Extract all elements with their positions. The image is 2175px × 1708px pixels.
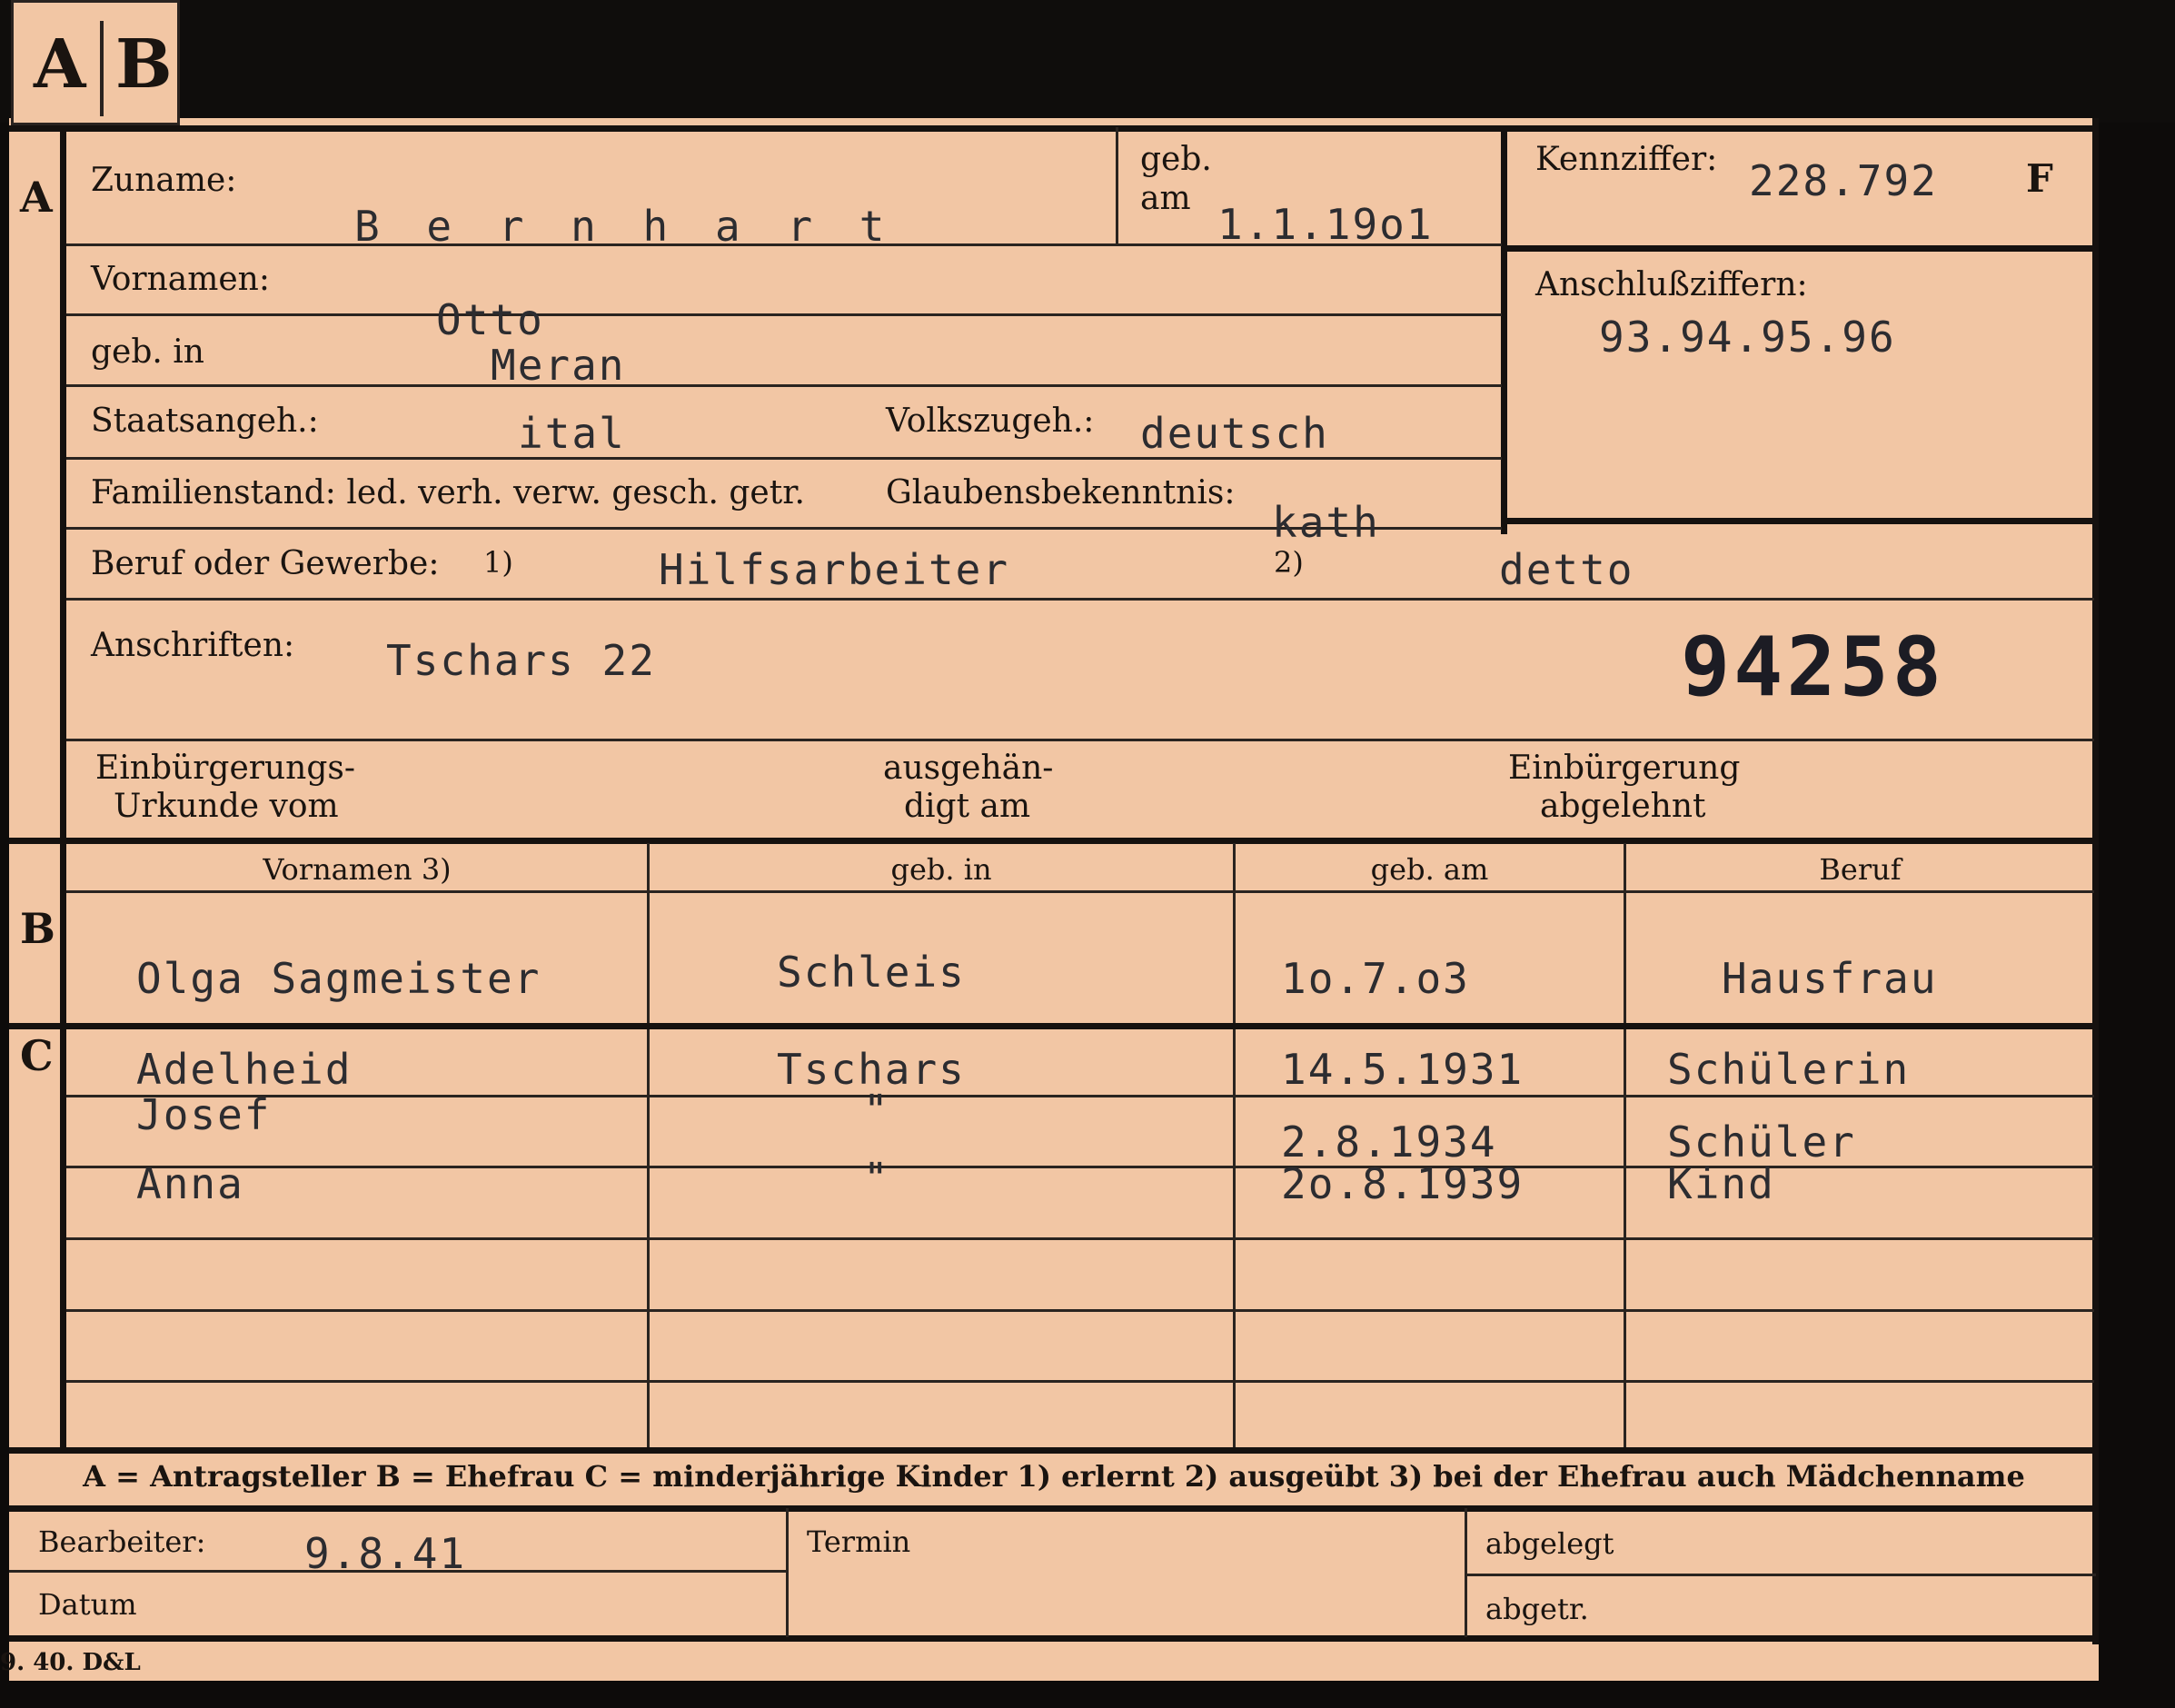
zuname-label: Zuname: bbox=[91, 162, 237, 199]
bottom-border bbox=[9, 1635, 2099, 1642]
geb-am-label-2: am bbox=[1140, 180, 1191, 217]
row-line bbox=[66, 313, 1502, 316]
table-header-line bbox=[66, 890, 2094, 893]
urkunde-vom-label: Urkunde vom bbox=[114, 788, 339, 825]
volkszugeh-value: deutsch bbox=[1140, 409, 1329, 458]
row-line bbox=[66, 1380, 2094, 1383]
section-c-border bbox=[9, 1023, 2099, 1029]
zuname-value: B e r n h a r t bbox=[354, 202, 896, 251]
row-line bbox=[66, 739, 2094, 741]
spouse-name: Olga Sagmeister bbox=[136, 954, 541, 1003]
child-name: Josef bbox=[136, 1090, 272, 1139]
kennziffer-left-border bbox=[1501, 125, 1507, 534]
row-line bbox=[66, 1309, 2094, 1312]
beruf-note-2: 2) bbox=[1274, 545, 1304, 580]
child-birthplace: " bbox=[863, 1086, 890, 1135]
footer-border bbox=[9, 1505, 2099, 1512]
beruf-label: Beruf oder Gewerbe: bbox=[91, 545, 440, 582]
abgetr-label: abgetr. bbox=[1485, 1592, 1589, 1626]
kennziffer-divider bbox=[1501, 245, 2099, 252]
beruf-note-1: 1) bbox=[483, 545, 513, 580]
footer-col-divider bbox=[786, 1508, 789, 1637]
child-name: Anna bbox=[136, 1159, 244, 1208]
datum-label: Datum bbox=[38, 1587, 137, 1622]
table-header-geb-am: geb. am bbox=[1370, 852, 1489, 887]
staatsangeh-label: Staatsangeh.: bbox=[91, 402, 319, 440]
row-line bbox=[66, 598, 2094, 601]
kennziffer-bottom-border bbox=[1501, 518, 2099, 524]
child-birthdate: 2o.8.1939 bbox=[1281, 1159, 1524, 1208]
beruf-value-1: Hilfsarbeiter bbox=[659, 545, 1010, 594]
kennziffer-label: Kennziffer: bbox=[1535, 141, 1718, 178]
einbuergerungs-label: Einbürgerungs- bbox=[95, 750, 356, 787]
geb-am-divider bbox=[1116, 127, 1118, 243]
table-col-divider bbox=[1624, 843, 1626, 1449]
vornamen-label: Vornamen: bbox=[91, 261, 270, 298]
child-birthdate: 14.5.1931 bbox=[1281, 1045, 1524, 1094]
top-border bbox=[9, 125, 2099, 132]
footer-col-divider bbox=[1465, 1508, 1467, 1637]
stamp-number: 94258 bbox=[1681, 620, 1945, 715]
tab-letter-b: B bbox=[115, 25, 173, 104]
child-profession: Kind bbox=[1667, 1159, 1775, 1208]
glaubens-value: kath bbox=[1272, 498, 1380, 547]
anschluss-label: Anschlußziffern: bbox=[1535, 266, 1808, 303]
bearbeiter-label: Bearbeiter: bbox=[38, 1524, 206, 1559]
spouse-birthplace: Schleis bbox=[777, 948, 966, 997]
spouse-birthdate: 1o.7.o3 bbox=[1281, 954, 1470, 1003]
kennziffer-suffix: F bbox=[2026, 156, 2053, 201]
familienstand-label: Familienstand: led. verh. verw. gesch. g… bbox=[91, 474, 805, 511]
footer-row-line bbox=[1465, 1574, 2096, 1576]
section-c-letter: C bbox=[20, 1031, 54, 1080]
index-tab: A B bbox=[11, 0, 180, 125]
table-header-vornamen: Vornamen 3) bbox=[263, 852, 452, 887]
ausgehaendigt-label: ausgehän- bbox=[883, 750, 1054, 787]
bearbeiter-value: 9.8.41 bbox=[304, 1529, 467, 1578]
anschriften-value: Tschars 22 bbox=[386, 636, 656, 685]
section-b-letter: B bbox=[20, 904, 55, 953]
termin-label: Termin bbox=[807, 1524, 911, 1559]
geb-am-label: geb. bbox=[1140, 141, 1212, 178]
table-header-geb-in: geb. in bbox=[890, 852, 992, 887]
row-line bbox=[66, 1237, 2094, 1240]
table-col-divider bbox=[1233, 843, 1236, 1449]
geb-in-value: Meran bbox=[491, 341, 626, 390]
abgelegt-label: abgelegt bbox=[1485, 1526, 1614, 1561]
einbuergerung-abgelehnt-label-2: abgelehnt bbox=[1540, 788, 1706, 825]
glaubens-label: Glaubensbekenntnis: bbox=[886, 474, 1236, 511]
staatsangeh-value: ital bbox=[518, 409, 626, 458]
row-line bbox=[66, 384, 1502, 387]
kennziffer-value: 228.792 bbox=[1749, 156, 1938, 205]
dark-background bbox=[0, 0, 2175, 123]
geb-am-value: 1.1.19o1 bbox=[1217, 200, 1434, 249]
print-code: 9. 40. D&L bbox=[0, 1649, 141, 1676]
child-birthplace: " bbox=[863, 1154, 890, 1203]
tab-divider bbox=[100, 21, 104, 116]
table-col-divider bbox=[647, 843, 650, 1449]
child-profession: Schülerin bbox=[1667, 1045, 1911, 1094]
geb-in-label: geb. in bbox=[91, 333, 204, 371]
beruf-value-2: detto bbox=[1499, 545, 1634, 594]
anschriften-label: Anschriften: bbox=[91, 627, 295, 664]
legend-text: A = Antragsteller B = Ehefrau C = minder… bbox=[83, 1459, 2025, 1494]
volkszugeh-label: Volkszugeh.: bbox=[886, 402, 1095, 440]
section-column-border bbox=[60, 125, 66, 1447]
section-a-letter: A bbox=[20, 173, 53, 222]
ausgehaendigt-label-2: digt am bbox=[904, 788, 1031, 825]
vornamen-value: Otto bbox=[436, 295, 544, 344]
child-name: Adelheid bbox=[136, 1045, 353, 1094]
section-b-border bbox=[9, 838, 2099, 844]
anschluss-value: 93.94.95.96 bbox=[1599, 313, 1896, 362]
einbuergerung-abgelehnt-label: Einbürgerung bbox=[1508, 750, 1741, 787]
row-line bbox=[66, 1095, 2094, 1097]
spouse-profession: Hausfrau bbox=[1722, 954, 1938, 1003]
table-header-beruf: Beruf bbox=[1819, 852, 1902, 887]
tab-letter-a: A bbox=[34, 25, 86, 104]
